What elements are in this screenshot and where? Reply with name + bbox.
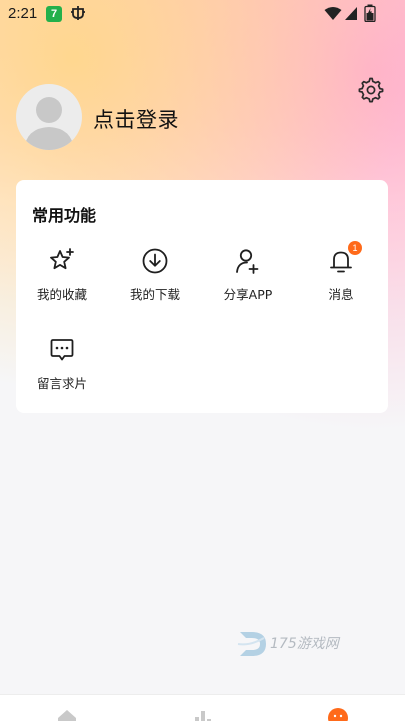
bug-icon	[71, 6, 85, 20]
watermark-text: 175游戏网	[270, 636, 341, 652]
login-prompt[interactable]: 点击登录	[93, 104, 179, 134]
func-label: 我的收藏	[36, 287, 87, 302]
signal-icon	[345, 7, 357, 20]
wifi-icon	[324, 7, 342, 20]
status-time: 2:21	[8, 5, 38, 22]
my-downloads-button[interactable]: 我的下载	[109, 246, 201, 316]
gear-icon[interactable]	[357, 76, 385, 104]
messages-button[interactable]: 1 消息	[295, 241, 387, 316]
user-add-icon	[236, 249, 259, 274]
func-label: 消息	[328, 287, 354, 302]
avatar[interactable]	[16, 84, 82, 150]
func-label: 我的下载	[129, 287, 180, 302]
default-avatar-icon	[24, 97, 74, 150]
card-title: 常用功能	[32, 206, 97, 225]
status-bar: 2:21 7	[0, 0, 405, 30]
profile-icon[interactable]	[327, 707, 349, 721]
common-functions-card: 常用功能 我的收藏 我的下载 分享APP 1 消息 留言求片	[16, 180, 388, 413]
watermark-logo-icon: 175游戏网	[237, 632, 341, 656]
watermark-logo: 175游戏网	[236, 626, 360, 662]
request-movie-button[interactable]: 留言求片	[16, 335, 108, 405]
bottom-navigation	[0, 694, 405, 721]
star-sparkle-icon	[50, 248, 74, 270]
share-app-button[interactable]: 分享APP	[202, 246, 294, 316]
home-icon[interactable]	[56, 707, 78, 721]
chat-bubble-icon	[50, 339, 74, 361]
app-notification-icon: 7	[46, 6, 62, 22]
battery-icon	[364, 4, 376, 22]
my-favorites-button[interactable]: 我的收藏	[16, 246, 108, 316]
unread-badge: 1	[348, 241, 362, 255]
download-icon	[142, 248, 168, 274]
func-label: 留言求片	[36, 376, 87, 391]
func-label: 分享APP	[223, 287, 273, 302]
ranking-icon[interactable]	[192, 707, 214, 721]
